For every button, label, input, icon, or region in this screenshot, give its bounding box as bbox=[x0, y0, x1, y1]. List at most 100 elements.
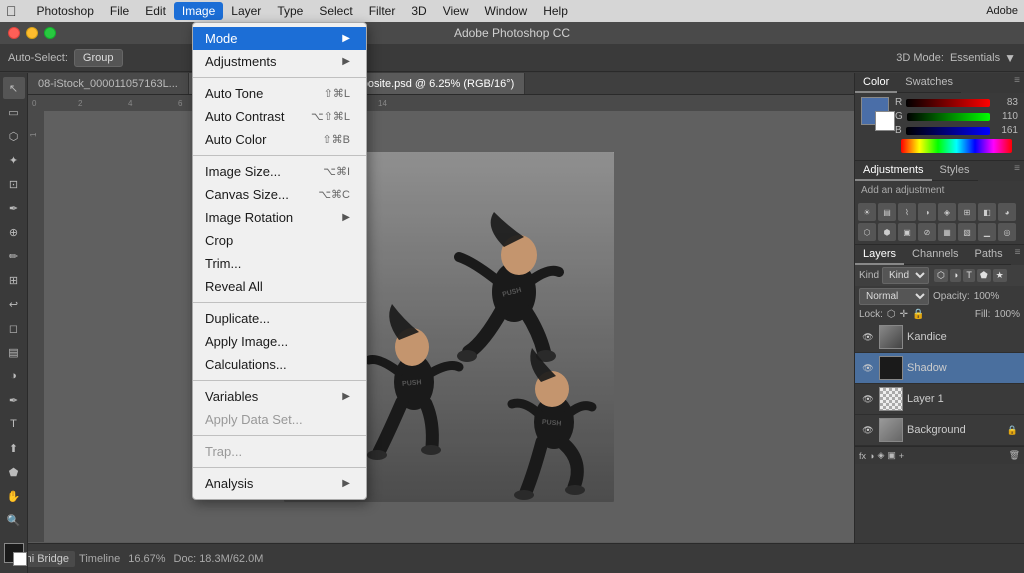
image-dropdown-menu[interactable]: Mode ▶ Adjustments ▶ Auto Tone ⇧⌘L Auto … bbox=[192, 22, 367, 500]
tool-move[interactable]: ↖ bbox=[3, 77, 25, 99]
tool-healing[interactable]: ⊕ bbox=[3, 221, 25, 243]
adj-channel-mixer[interactable]: ⬢ bbox=[878, 223, 896, 241]
tool-eraser[interactable]: ◻ bbox=[3, 317, 25, 339]
red-slider[interactable] bbox=[906, 99, 990, 107]
menu-item-duplicate[interactable]: Duplicate... bbox=[193, 307, 366, 330]
menu-view[interactable]: View bbox=[435, 2, 477, 20]
tool-path-select[interactable]: ⬆ bbox=[3, 437, 25, 459]
layer-row-layer1[interactable]: 👁 Layer 1 bbox=[855, 384, 1024, 415]
canvas-tab-1[interactable]: 08-iStock_000011057163L... bbox=[28, 73, 189, 94]
tab-adjustments[interactable]: Adjustments bbox=[855, 161, 932, 181]
menu-item-reveal-all[interactable]: Reveal All bbox=[193, 275, 366, 298]
layer-row-background[interactable]: 👁 Background 🔒 bbox=[855, 415, 1024, 446]
filter-shape-icon[interactable]: ⬟ bbox=[977, 269, 991, 282]
adj-invert[interactable]: ⊘ bbox=[918, 223, 936, 241]
tool-lasso[interactable]: ⬡ bbox=[3, 125, 25, 147]
tab-paths[interactable]: Paths bbox=[967, 245, 1011, 265]
adj-threshold[interactable]: ▧ bbox=[958, 223, 976, 241]
menu-select[interactable]: Select bbox=[311, 2, 360, 20]
tool-hand[interactable]: ✋ bbox=[3, 485, 25, 507]
tool-dodge[interactable]: ◑ bbox=[3, 365, 25, 387]
menu-item-crop[interactable]: Crop bbox=[193, 229, 366, 252]
background-color-swatch[interactable] bbox=[13, 552, 27, 566]
tool-shape[interactable]: ⬟ bbox=[3, 461, 25, 483]
menu-item-adjustments[interactable]: Adjustments ▶ bbox=[193, 50, 366, 73]
tool-clone[interactable]: ⊞ bbox=[3, 269, 25, 291]
layer-group-icon[interactable]: ▣ bbox=[887, 450, 896, 461]
adj-photo-filter[interactable]: ⬡ bbox=[858, 223, 876, 241]
color-spectrum-bar[interactable] bbox=[901, 139, 1012, 153]
adj-brightness[interactable]: ☀ bbox=[858, 203, 876, 221]
menu-item-auto-tone[interactable]: Auto Tone ⇧⌘L bbox=[193, 82, 366, 105]
menu-item-trim[interactable]: Trim... bbox=[193, 252, 366, 275]
menu-image[interactable]: Image bbox=[174, 2, 223, 20]
menu-item-analysis[interactable]: Analysis ▶ bbox=[193, 472, 366, 495]
lock-pixel-icon[interactable]: ⬡ bbox=[887, 309, 896, 320]
menu-file[interactable]: File bbox=[102, 2, 137, 20]
layer-eye-background[interactable]: 👁 bbox=[861, 423, 875, 437]
menu-item-image-size[interactable]: Image Size... ⌥⌘I bbox=[193, 160, 366, 183]
adj-vibrance[interactable]: ◈ bbox=[938, 203, 956, 221]
menu-filter[interactable]: Filter bbox=[361, 2, 404, 20]
menu-edit[interactable]: Edit bbox=[137, 2, 174, 20]
layer-eye-kandice[interactable]: 👁 bbox=[861, 330, 875, 344]
tool-text[interactable]: T bbox=[3, 413, 25, 435]
color-panel-menu[interactable]: ≡ bbox=[1010, 73, 1024, 93]
adj-curves[interactable]: ⌇ bbox=[898, 203, 916, 221]
tab-styles[interactable]: Styles bbox=[932, 161, 978, 181]
canvas-main[interactable]: PUSH PUSH PUSH bbox=[44, 111, 854, 542]
menu-photoshop[interactable]: Photoshop bbox=[29, 2, 102, 20]
menu-type[interactable]: Type bbox=[269, 2, 311, 20]
timeline-tab[interactable]: Timeline bbox=[79, 553, 120, 565]
apple-logo[interactable]:  bbox=[6, 3, 17, 19]
tab-color[interactable]: Color bbox=[855, 73, 897, 93]
layer-fx-icon[interactable]: fx bbox=[859, 451, 866, 461]
adj-hsl[interactable]: ⊞ bbox=[958, 203, 976, 221]
blend-mode-select[interactable]: Normal bbox=[859, 288, 929, 305]
menu-item-apply-data-set[interactable]: Apply Data Set... bbox=[193, 408, 366, 431]
filter-pixel-icon[interactable]: ⬡ bbox=[934, 269, 948, 282]
tab-swatches[interactable]: Swatches bbox=[897, 73, 961, 93]
layer-new-icon[interactable]: + bbox=[899, 451, 904, 461]
adj-gradient-map[interactable]: ▁ bbox=[978, 223, 996, 241]
adj-selective-color[interactable]: ◎ bbox=[998, 223, 1016, 241]
layer-delete-icon[interactable]: 🗑 bbox=[1009, 450, 1020, 461]
filter-smart-icon[interactable]: ★ bbox=[993, 269, 1007, 282]
foreground-color-swatch[interactable] bbox=[4, 543, 24, 563]
menu-item-auto-color[interactable]: Auto Color ⇧⌘B bbox=[193, 128, 366, 151]
blue-slider[interactable] bbox=[906, 127, 990, 135]
adjustments-panel-menu[interactable]: ≡ bbox=[1010, 161, 1024, 181]
menu-item-auto-contrast[interactable]: Auto Contrast ⌥⇧⌘L bbox=[193, 105, 366, 128]
fill-value[interactable]: 100% bbox=[994, 309, 1020, 320]
filter-adj-icon[interactable]: ◑ bbox=[950, 269, 961, 282]
layer-row-kandice[interactable]: 👁 Kandice bbox=[855, 322, 1024, 353]
menu-item-variables[interactable]: Variables ▶ bbox=[193, 385, 366, 408]
lock-all-icon[interactable]: 🔒 bbox=[912, 309, 924, 320]
layer-eye-layer1[interactable]: 👁 bbox=[861, 392, 875, 406]
adj-levels[interactable]: ▤ bbox=[878, 203, 896, 221]
tool-selection[interactable]: ▭ bbox=[3, 101, 25, 123]
tool-pen[interactable]: ✒ bbox=[3, 389, 25, 411]
adj-colorbalance[interactable]: ◧ bbox=[978, 203, 996, 221]
green-slider[interactable] bbox=[907, 113, 990, 121]
tool-brush[interactable]: ✏ bbox=[3, 245, 25, 267]
maximize-button[interactable] bbox=[44, 27, 56, 39]
menu-item-image-rotation[interactable]: Image Rotation ▶ bbox=[193, 206, 366, 229]
tab-layers[interactable]: Layers bbox=[855, 245, 904, 265]
tool-gradient[interactable]: ▤ bbox=[3, 341, 25, 363]
minimize-button[interactable] bbox=[26, 27, 38, 39]
menu-3d[interactable]: 3D bbox=[403, 2, 434, 20]
tool-zoom[interactable]: 🔍 bbox=[3, 509, 25, 531]
menu-item-calculations[interactable]: Calculations... bbox=[193, 353, 366, 376]
menu-item-canvas-size[interactable]: Canvas Size... ⌥⌘C bbox=[193, 183, 366, 206]
layer-adj-icon[interactable]: ◈ bbox=[877, 450, 884, 461]
adj-bw[interactable]: ◕ bbox=[998, 203, 1016, 221]
menu-window[interactable]: Window bbox=[477, 2, 536, 20]
layer-row-shadow[interactable]: 👁 Shadow bbox=[855, 353, 1024, 384]
close-button[interactable] bbox=[8, 27, 20, 39]
tool-crop[interactable]: ⊡ bbox=[3, 173, 25, 195]
tool-eyedropper[interactable]: ✒ bbox=[3, 197, 25, 219]
adj-exposure[interactable]: ◑ bbox=[918, 203, 936, 221]
tool-history[interactable]: ↩ bbox=[3, 293, 25, 315]
tab-channels[interactable]: Channels bbox=[904, 245, 966, 265]
